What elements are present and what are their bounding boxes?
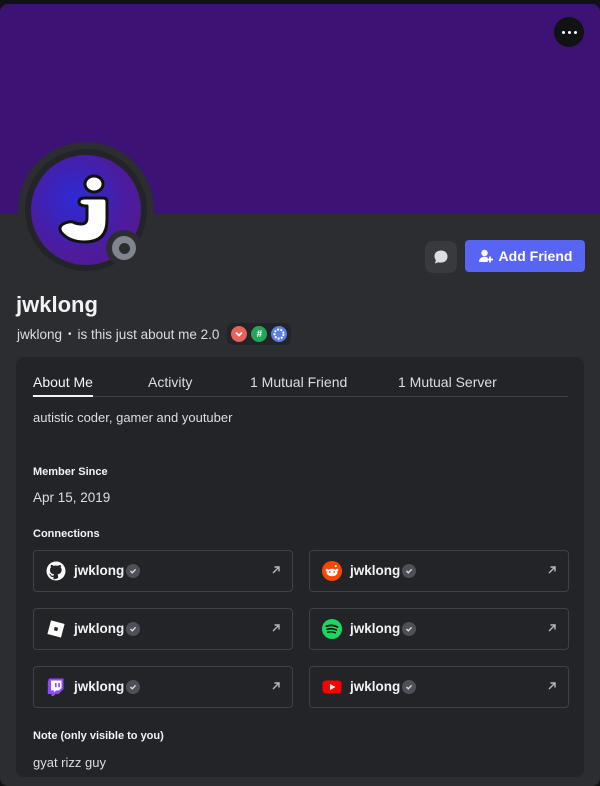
gear-icon	[273, 328, 285, 340]
tab-mutual-friends[interactable]: 1 Mutual Friend	[250, 374, 347, 390]
github-icon	[46, 561, 66, 581]
connection-twitch[interactable]: jwklong	[33, 666, 293, 708]
gear-blue-badge[interactable]	[271, 326, 288, 342]
bio-text: autistic coder, gamer and youtuber	[33, 410, 233, 425]
connection-roblox[interactable]: jwklong	[33, 608, 293, 650]
badge-list: #	[227, 323, 292, 345]
separator: •	[68, 328, 72, 340]
profile-subline: jwklong • is this just about me 2.0 #	[17, 323, 292, 345]
profile-modal: Add Friend jwklong jwklong • is this jus…	[0, 4, 600, 786]
message-button[interactable]	[425, 241, 457, 273]
connection-youtube[interactable]: jwklong	[309, 666, 569, 708]
custom-status: is this just about me 2.0	[77, 326, 220, 342]
chevron-down-icon	[235, 331, 244, 337]
verified-check-icon	[126, 622, 140, 636]
member-since-date: Apr 15, 2019	[33, 490, 111, 505]
verified-check-icon	[126, 680, 140, 694]
connection-spotify[interactable]: jwklong	[309, 608, 569, 650]
twitch-icon	[46, 677, 66, 697]
tab-activity[interactable]: Activity	[148, 374, 192, 390]
reddit-red-badge[interactable]	[231, 326, 248, 342]
connections-heading: Connections	[33, 528, 100, 540]
add-friend-label: Add Friend	[498, 248, 573, 264]
verified-check-icon	[402, 680, 416, 694]
reddit-icon	[322, 561, 342, 581]
connection-name: jwklong	[350, 679, 401, 694]
connection-name: jwklong	[74, 621, 125, 636]
profile-tabs: About Me Activity 1 Mutual Friend 1 Mutu…	[32, 357, 568, 397]
verified-check-icon	[126, 564, 140, 578]
more-options-button[interactable]	[554, 17, 584, 47]
note-input[interactable]: gyat rizz guy	[33, 755, 106, 770]
username[interactable]: jwklong	[17, 327, 62, 342]
ellipsis-icon	[561, 30, 565, 34]
connection-github[interactable]: jwklong	[33, 550, 293, 592]
connection-name: jwklong	[350, 563, 401, 578]
connection-name: jwklong	[350, 621, 401, 636]
tab-mutual-servers[interactable]: 1 Mutual Server	[398, 374, 497, 390]
youtube-icon	[322, 677, 342, 697]
display-name: jwklong	[16, 292, 98, 317]
external-link-icon	[548, 566, 556, 574]
add-user-icon	[478, 249, 493, 263]
external-link-icon	[272, 624, 280, 632]
note-heading: Note (only visible to you)	[33, 730, 164, 742]
external-link-icon	[548, 624, 556, 632]
message-bubble-icon	[434, 250, 448, 264]
status-indicator-offline	[106, 230, 142, 266]
verified-check-icon	[402, 622, 416, 636]
external-link-icon	[548, 682, 556, 690]
add-friend-button[interactable]: Add Friend	[465, 240, 585, 272]
tab-about-me[interactable]: About Me	[33, 374, 93, 397]
connection-reddit[interactable]: jwklong	[309, 550, 569, 592]
profile-details-card: About Me Activity 1 Mutual Friend 1 Mutu…	[16, 357, 584, 777]
roblox-icon	[46, 619, 66, 639]
member-since-heading: Member Since	[33, 466, 108, 478]
connection-name: jwklong	[74, 679, 125, 694]
connection-name: jwklong	[74, 563, 125, 578]
external-link-icon	[272, 682, 280, 690]
hashtag-green-badge[interactable]: #	[251, 326, 268, 342]
verified-check-icon	[402, 564, 416, 578]
spotify-icon	[322, 619, 342, 639]
external-link-icon	[272, 566, 280, 574]
